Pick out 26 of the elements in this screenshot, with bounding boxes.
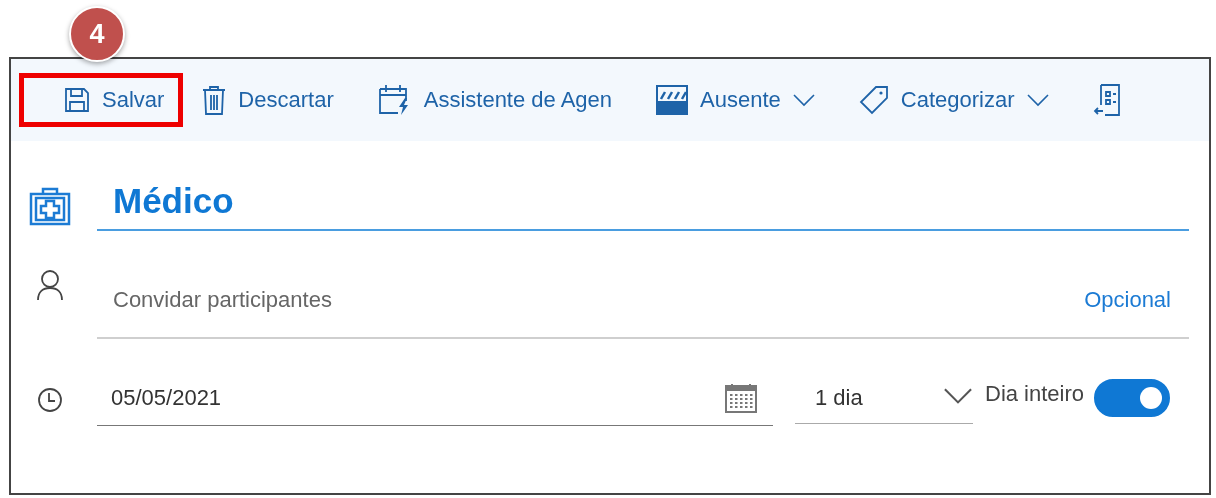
attendees-field[interactable]: Convidar participantes Opcional [97, 271, 1189, 339]
chevron-down-icon [792, 93, 815, 107]
clock-icon [37, 386, 63, 413]
calendar-icon [725, 383, 757, 413]
chevron-down-icon [943, 388, 973, 405]
duration-dropdown[interactable]: 1 dia [795, 375, 973, 424]
person-icon [36, 269, 64, 301]
save-icon [64, 87, 90, 113]
assistant-button[interactable]: Assistente de Agen [360, 73, 632, 127]
step-badge: 4 [69, 6, 125, 62]
all-day-toggle[interactable] [1094, 379, 1171, 417]
medical-kit-icon [28, 186, 72, 226]
tag-icon [858, 85, 889, 115]
trash-icon [202, 85, 227, 115]
tag-button[interactable]: Categorizar [841, 73, 1068, 127]
away-button[interactable]: Ausente [639, 73, 834, 127]
date-field[interactable]: 05/05/2021 [97, 373, 773, 426]
striped-block-icon [656, 85, 689, 115]
optional-link[interactable]: Opcional [1084, 287, 1171, 313]
all-day-label: Dia inteiro [985, 381, 1085, 407]
chevron-down-icon [1026, 93, 1049, 107]
save-button[interactable]: Salvar [19, 73, 184, 127]
title-field[interactable]: Médico [97, 181, 1189, 231]
attendees-placeholder: Convidar participantes [113, 287, 332, 313]
discard-button[interactable]: Descartar [185, 73, 353, 127]
form-icon [1092, 83, 1121, 117]
